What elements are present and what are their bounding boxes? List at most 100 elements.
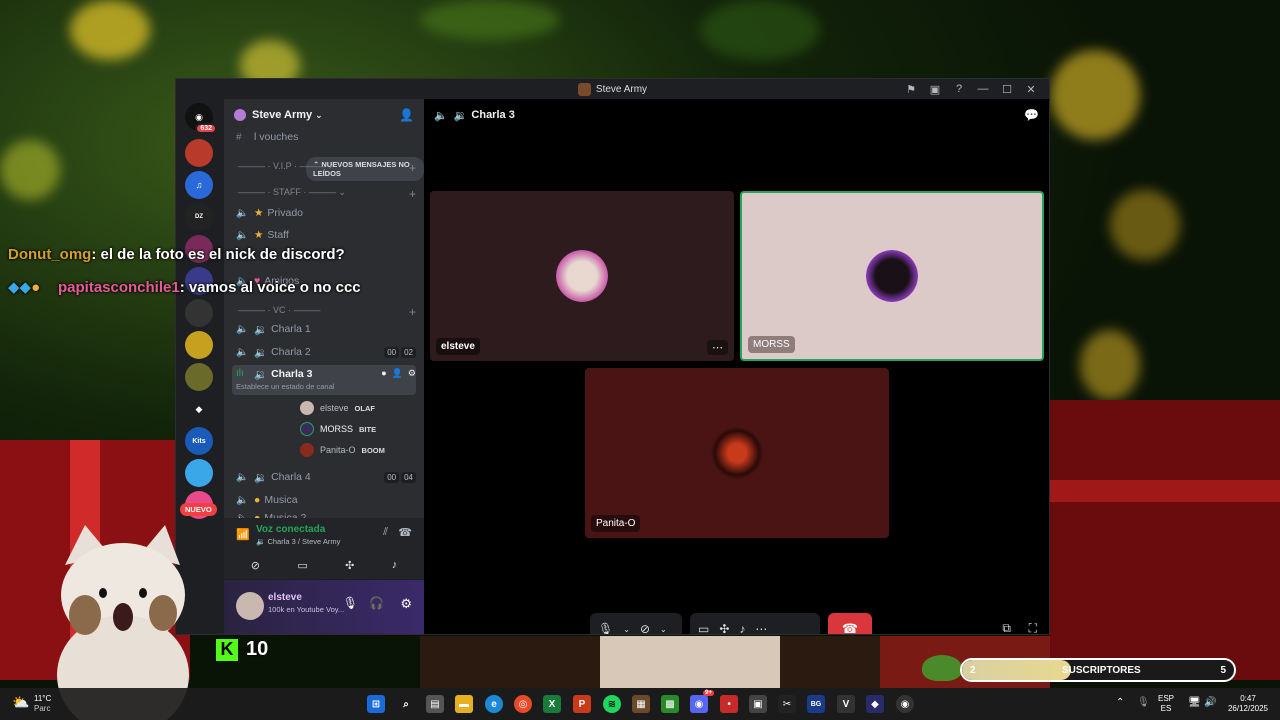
minimize-button[interactable]: — <box>971 79 995 99</box>
file-explorer-icon[interactable]: ▬ <box>455 695 473 713</box>
avatar[interactable] <box>236 592 264 620</box>
edge-icon[interactable]: e <box>485 695 503 713</box>
camera-off-icon[interactable]: ⊘ <box>640 622 650 634</box>
screen-share-icon[interactable]: ▭ <box>698 622 709 634</box>
soundboard-icon[interactable]: ♪ <box>739 622 745 634</box>
volume-icon[interactable]: 🔊 <box>1204 698 1216 708</box>
video-tile-speaking[interactable]: MORSS <box>740 191 1044 361</box>
chat-icon[interactable]: ● <box>381 368 386 379</box>
server-icon-1[interactable] <box>185 139 213 167</box>
chevron-down-icon[interactable]: ⌄ <box>623 625 630 634</box>
popout-icon[interactable]: ⧉ <box>1002 621 1011 634</box>
windows-start-icon[interactable]: ⊞ <box>367 695 385 713</box>
store-icon[interactable]: ▣ <box>749 695 767 713</box>
tray-mic-icon[interactable]: 🎙 <box>1137 698 1150 708</box>
powerpoint-icon[interactable]: P <box>573 695 591 713</box>
server-icon-11[interactable] <box>185 459 213 487</box>
video-tile[interactable]: elsteve ⋯ <box>430 191 734 361</box>
voice-location[interactable]: 🔉 Charla 3 / Steve Army <box>256 537 340 546</box>
add-channel-icon[interactable]: + <box>409 161 416 175</box>
server-icon-3[interactable]: DZ <box>185 203 213 231</box>
add-channel-icon[interactable]: + <box>409 187 416 201</box>
channel-vouches[interactable]: # l vouches <box>232 127 416 147</box>
server-icon-6[interactable] <box>185 299 213 327</box>
tray-chevron-up-icon[interactable]: ⌃ <box>1116 698 1124 708</box>
voice-member[interactable]: elsteve OLAF <box>300 399 375 417</box>
minecraft-launcher-icon[interactable]: ▩ <box>661 695 679 713</box>
obs-icon[interactable]: ◉ <box>896 695 914 713</box>
weather-icon[interactable]: ⛅ <box>12 694 32 714</box>
server-icon-7[interactable] <box>185 331 213 359</box>
gear-icon[interactable]: ⚙ <box>408 368 416 379</box>
minecraft-icon[interactable]: ▦ <box>632 695 650 713</box>
task-view-icon[interactable]: ▤ <box>426 695 444 713</box>
channel-charla-1[interactable]: 🔈 🔉 Charla 1 <box>232 319 416 339</box>
add-member-icon[interactable]: 👤 <box>399 108 414 122</box>
category-vip[interactable]: ——— · V.I.P · ——— › + <box>238 161 416 175</box>
weather-widget[interactable]: 11°C Parc <box>34 694 51 714</box>
chevron-down-icon[interactable]: ⌄ <box>660 625 667 634</box>
activity-controls: ▭ ✣ ♪ ⋯ <box>690 613 820 634</box>
bg-app-icon[interactable]: BG <box>807 695 825 713</box>
network-icon[interactable]: 🖥 <box>1188 698 1201 708</box>
disconnect-icon[interactable]: ☎ <box>398 526 412 539</box>
app-icon[interactable]: ◆ <box>866 695 884 713</box>
call-channel-name: Charla 3 <box>471 109 515 121</box>
help-icon[interactable]: ? <box>947 79 971 99</box>
invite-icon[interactable]: 👤 <box>392 368 403 379</box>
server-icon-8[interactable] <box>185 363 213 391</box>
chat-nick: Donut_omg <box>8 246 92 263</box>
excel-icon[interactable]: X <box>543 695 561 713</box>
capcut-icon[interactable]: ✂ <box>778 695 796 713</box>
video-tile[interactable]: Panita-O <box>585 368 889 538</box>
channel-charla-2[interactable]: 🔈 🔉 Charla 2 00 02 <box>232 342 416 362</box>
channel-staff[interactable]: 🔈 ★ Staff <box>232 225 416 245</box>
close-button[interactable]: ✕ <box>1019 79 1043 99</box>
noise-suppression-icon[interactable]: ⫽ <box>383 526 388 539</box>
emoji-icon: ● <box>254 494 261 506</box>
more-icon[interactable]: ⋯ <box>755 622 767 634</box>
channel-status[interactable]: Establece un estado de canal <box>236 382 334 391</box>
chrome-icon[interactable]: ◎ <box>514 695 532 713</box>
discord-icon[interactable]: ◉ 9+ <box>690 690 714 713</box>
activities-icon[interactable]: ✣ <box>719 622 729 634</box>
voice-member[interactable]: MORSS BITE <box>300 420 376 438</box>
channel-charla-4[interactable]: 🔈 🔉 Charla 4 00 04 <box>232 467 416 487</box>
category-vc[interactable]: ——— · VC · ——— + <box>238 305 416 319</box>
server-icon-9[interactable]: ◆ <box>185 395 213 423</box>
camera-off-icon[interactable]: ⊘ <box>251 559 260 572</box>
inbox-icon[interactable]: ▣ <box>923 79 947 99</box>
voice-member[interactable]: Panita-O BOOM <box>300 441 385 459</box>
category-staff[interactable]: ——— · STAFF · ——— ⌄ + <box>238 187 416 201</box>
search-icon[interactable]: ⌕ <box>397 695 415 713</box>
channel-privado[interactable]: 🔈 ★ Privado <box>232 203 416 223</box>
disconnect-button[interactable]: ☎ <box>828 613 872 634</box>
microphone-icon[interactable]: 🎙 <box>598 622 613 634</box>
home-button[interactable]: ◉ 632 <box>185 103 217 134</box>
valorant-icon[interactable]: V <box>837 695 855 713</box>
fullscreen-icon[interactable]: ⛶ <box>1029 621 1037 634</box>
microphone-icon[interactable]: 🎙 <box>343 596 358 610</box>
soundboard-icon[interactable]: ♪ <box>392 559 398 571</box>
settings-gear-icon[interactable]: ⚙ <box>400 596 412 612</box>
more-options-icon[interactable]: ⋯ <box>707 340 728 355</box>
flag-icon[interactable]: ⚑ <box>899 79 923 99</box>
spotify-icon[interactable]: ≋ <box>603 695 621 713</box>
add-channel-icon[interactable]: + <box>409 305 416 319</box>
channel-charla-3[interactable]: ılı 🔉 Charla 3 ● 👤 ⚙ Establece un estado… <box>232 365 416 395</box>
category-label: ——— · STAFF · ——— ⌄ <box>238 187 346 197</box>
server-icon-2[interactable]: ♫ <box>185 171 213 199</box>
channel-label: Privado <box>267 207 304 219</box>
headphones-icon[interactable]: 🎧 <box>369 596 384 610</box>
streaming-app-icon[interactable]: ■ <box>720 695 738 713</box>
kick-logo-icon: K <box>216 638 238 661</box>
chat-bubble-icon[interactable]: 💬 <box>1024 108 1039 122</box>
maximize-button[interactable]: ☐ <box>995 79 1019 99</box>
activities-icon[interactable]: ✣ <box>345 559 354 572</box>
screen-share-icon[interactable]: ▭ <box>297 559 307 572</box>
language-indicator[interactable]: ESP ES <box>1158 694 1174 714</box>
channel-musica[interactable]: 🔈 ● Musica <box>232 490 416 510</box>
clock[interactable]: 0:47 26/12/2025 <box>1226 694 1270 714</box>
speaker-icon: 🔉 <box>256 537 268 546</box>
server-icon-10[interactable]: Kits <box>185 427 213 455</box>
